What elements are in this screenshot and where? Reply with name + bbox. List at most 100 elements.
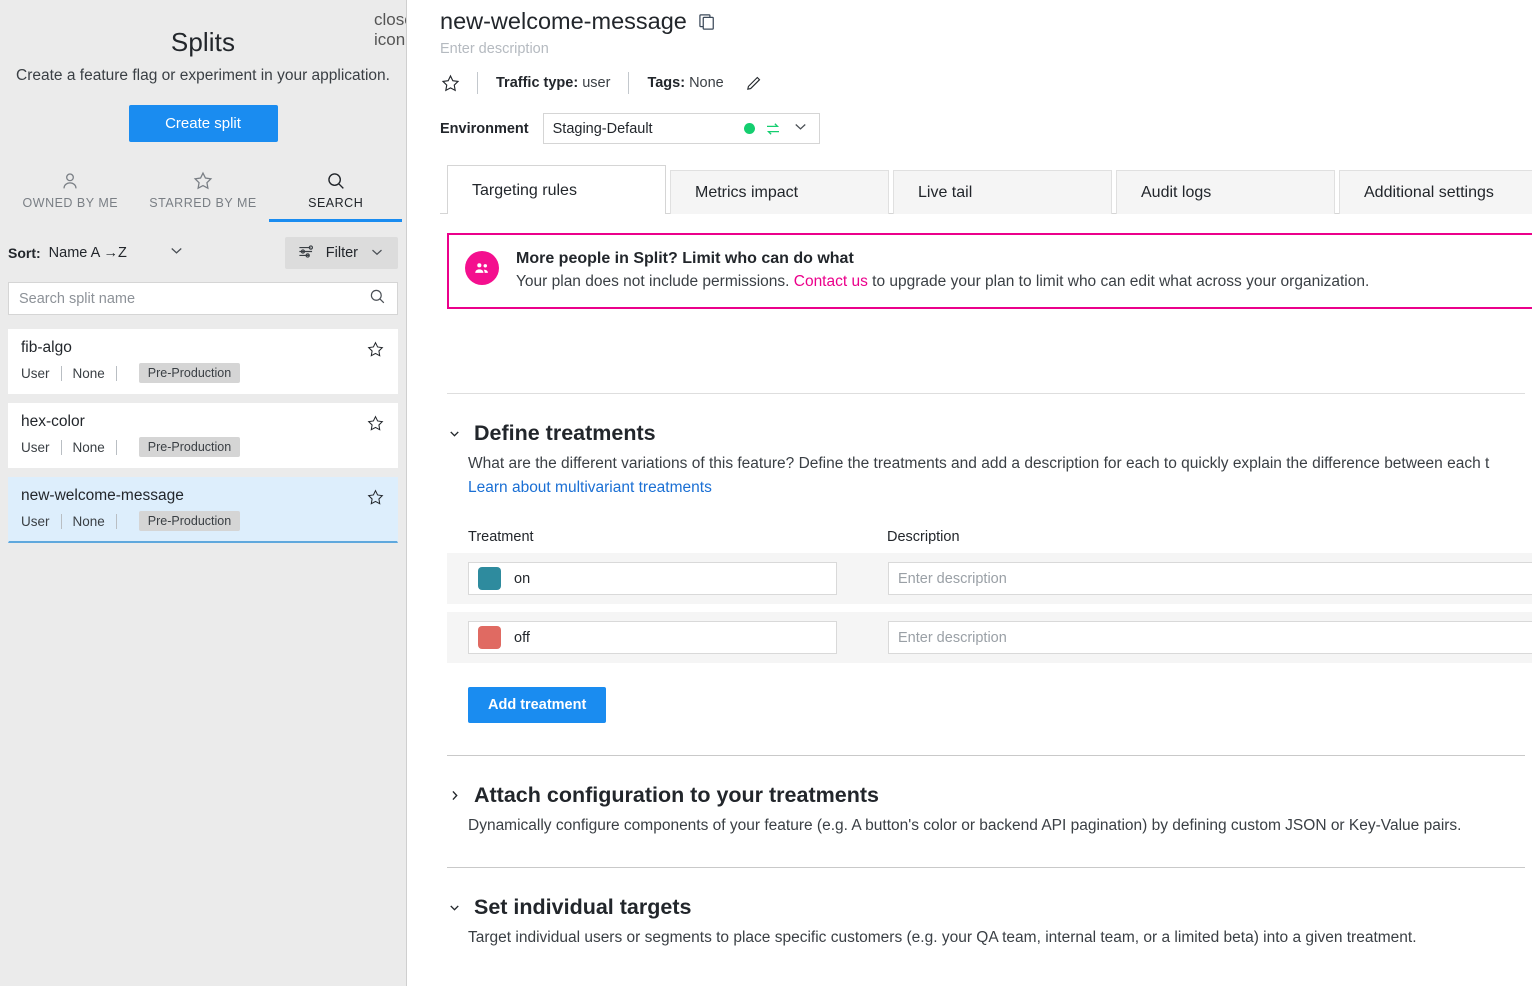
tab-audit-logs[interactable]: Audit logs [1116, 170, 1335, 214]
traffic-type-value: user [582, 75, 611, 91]
divider [447, 755, 1525, 756]
sidebar-tabs: OWNED BY ME STARRED BY ME SEARCH [0, 168, 406, 222]
sidebar-tab-label: SEARCH [308, 196, 364, 210]
environment-select[interactable]: Staging-Default [542, 113, 820, 144]
treatment-description-input[interactable] [898, 629, 1532, 646]
individual-targets-header[interactable]: Set individual targets [447, 895, 1532, 920]
learn-multivariant-link[interactable]: Learn about multivariant treatments [468, 479, 712, 497]
section-title: Attach configuration to your treatments [474, 783, 879, 807]
split-meta: User None Pre-Production [21, 437, 385, 457]
search-icon[interactable] [368, 287, 387, 311]
list-item[interactable]: fib-algo User None Pre-Production [8, 329, 398, 394]
permissions-banner: More people in Split? Limit who can do w… [447, 233, 1532, 309]
environment-label: Environment [440, 120, 529, 137]
split-list: fib-algo User None Pre-Production hex-co… [0, 329, 406, 543]
individual-targets-section: Set individual targets Target individual… [440, 895, 1532, 947]
banner-text: More people in Split? Limit who can do w… [516, 250, 1369, 291]
sidebar-title: Splits [170, 27, 236, 57]
list-item[interactable]: hex-color User None Pre-Production [8, 403, 398, 468]
traffic-type-label: Traffic type: [496, 75, 579, 91]
main-inner: new-welcome-message Enter description Tr… [407, 0, 1532, 947]
divider [115, 439, 117, 455]
create-split-button[interactable]: Create split [128, 105, 278, 142]
search-icon [269, 168, 402, 194]
split-tags: None [72, 513, 105, 529]
split-name: hex-color [21, 413, 85, 430]
status-badge: Pre-Production [138, 363, 241, 383]
list-item-selected[interactable]: new-welcome-message User None Pre-Produc… [8, 477, 398, 543]
search-input[interactable] [19, 290, 368, 307]
environment-value: Staging-Default [552, 120, 653, 137]
treatment-name-field[interactable] [468, 621, 837, 654]
tags: Tags: None [647, 75, 723, 91]
banner-body-after: to upgrade your plan to limit who can ed… [867, 273, 1370, 290]
copy-icon[interactable] [697, 12, 717, 32]
main-panel: new-welcome-message Enter description Tr… [407, 0, 1532, 986]
sidebar-tab-label: OWNED BY ME [22, 196, 119, 210]
color-swatch[interactable] [478, 567, 501, 590]
divider [60, 513, 62, 529]
chevron-down-icon [368, 243, 386, 264]
filter-button[interactable]: Filter [284, 237, 398, 269]
banner-body-before: Your plan does not include permissions. [516, 273, 794, 290]
tab-targeting-rules[interactable]: Targeting rules [447, 165, 666, 214]
treatment-description-field[interactable] [888, 562, 1532, 595]
attach-configuration-section: Attach configuration to your treatments … [440, 783, 1532, 835]
star-icon[interactable] [366, 414, 385, 433]
add-treatment-button[interactable]: Add treatment [468, 687, 607, 723]
table-row [447, 553, 1532, 604]
sidebar-tab-starred-by-me[interactable]: STARRED BY ME [137, 168, 270, 222]
star-icon[interactable] [366, 340, 385, 359]
sidebar-tab-search[interactable]: SEARCH [269, 168, 403, 222]
close-icon[interactable]: close-icon [374, 10, 406, 49]
section-description: Dynamically configure components of your… [468, 817, 1462, 834]
split-meta: User None Pre-Production [21, 511, 385, 531]
pencil-icon[interactable] [744, 74, 763, 93]
treatment-description-input[interactable] [898, 570, 1532, 587]
treatment-name-field[interactable] [468, 562, 837, 595]
divider [115, 365, 117, 381]
treatment-description-field[interactable] [888, 621, 1532, 654]
status-badge: Pre-Production [138, 511, 241, 531]
divider [477, 72, 478, 94]
main-tabs: Targeting rules Metrics impact Live tail… [440, 165, 1532, 214]
tab-live-tail[interactable]: Live tail [893, 170, 1112, 214]
chevron-down-icon[interactable] [167, 241, 186, 265]
tab-additional-settings[interactable]: Additional settings [1339, 170, 1532, 214]
treatment-name-input[interactable] [514, 570, 827, 587]
split-tags: None [72, 365, 105, 381]
star-icon[interactable] [366, 488, 385, 507]
environment-row: Environment Staging-Default [440, 113, 1532, 144]
splits-sidebar: close-icon Splits Create a feature flag … [0, 0, 407, 986]
star-icon[interactable] [440, 73, 461, 94]
sort-value[interactable]: Name A →Z [49, 245, 127, 261]
user-icon [4, 168, 137, 194]
section-title: Define treatments [474, 421, 656, 445]
banner-body: Your plan does not include permissions. … [516, 273, 1369, 291]
divider [628, 72, 630, 94]
tags-label: Tags: [647, 75, 686, 91]
chevron-down-icon[interactable] [791, 117, 810, 141]
contact-us-link[interactable]: Contact us [794, 273, 868, 290]
column-header-treatment: Treatment [468, 529, 534, 545]
split-name: fib-algo [21, 339, 72, 356]
color-swatch[interactable] [478, 626, 501, 649]
section-description: What are the different variations of thi… [468, 455, 1490, 472]
sidebar-tab-owned-by-me[interactable]: OWNED BY ME [4, 168, 137, 222]
divider [115, 513, 117, 529]
treatment-name-input[interactable] [514, 629, 827, 646]
tags-value: None [689, 75, 724, 91]
attach-configuration-header[interactable]: Attach configuration to your treatments [447, 783, 1532, 808]
page-title: new-welcome-message [440, 8, 687, 34]
chevron-down-icon[interactable] [447, 900, 462, 915]
swap-arrows-icon[interactable] [764, 120, 782, 138]
define-treatments-header[interactable]: Define treatments [447, 421, 1532, 446]
tab-metrics-impact[interactable]: Metrics impact [670, 170, 889, 214]
chevron-right-icon[interactable] [447, 788, 462, 803]
page-description[interactable]: Enter description [440, 41, 1532, 57]
traffic-type: Traffic type: user [496, 75, 610, 91]
chevron-down-icon[interactable] [447, 426, 462, 441]
split-traffic-type: User [21, 365, 50, 381]
search-split-box[interactable] [8, 282, 398, 315]
divider [60, 365, 62, 381]
